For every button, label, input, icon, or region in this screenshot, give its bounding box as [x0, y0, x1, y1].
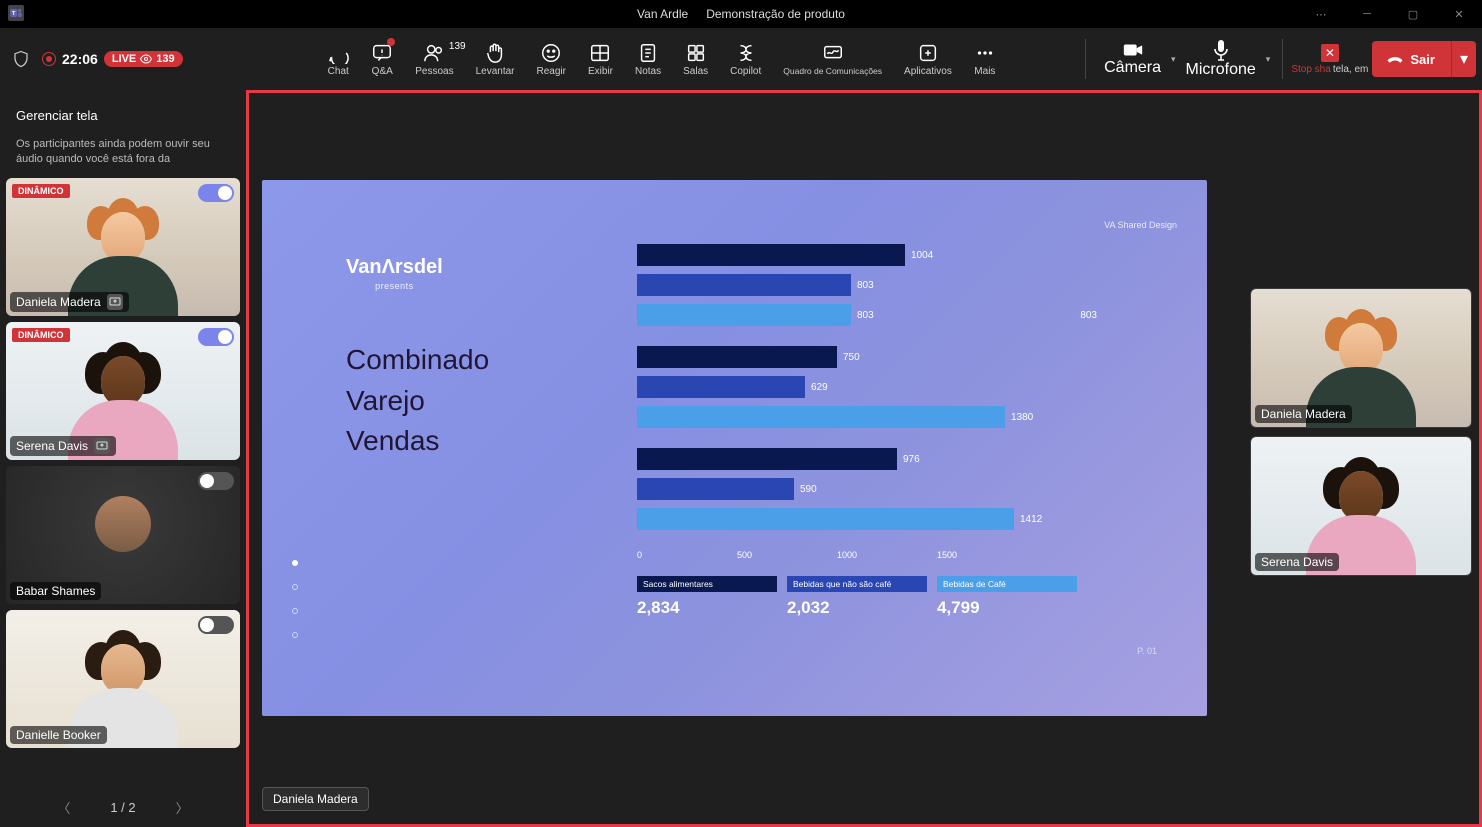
live-label: LIVE — [112, 53, 136, 65]
meeting-name: Demonstração de produto — [706, 7, 845, 21]
slide-page-number: P. 01 — [1137, 646, 1157, 656]
chat-icon — [327, 42, 349, 64]
org-name: Van Ardle — [637, 7, 688, 21]
pager-prev-icon[interactable]: 〈 — [47, 792, 80, 823]
spotlight-name: Daniela Madera — [1255, 405, 1352, 423]
shared-slide: VanΛrsdel presents Combinado Varejo Vend… — [262, 180, 1207, 716]
copilot-button[interactable]: Copilot — [722, 38, 769, 81]
grid-icon — [589, 42, 611, 64]
slide-nav-dots — [292, 560, 298, 638]
svg-text:T: T — [12, 11, 16, 17]
bar-chart: 1004803803803750629138097659014120500100… — [637, 244, 1097, 666]
stop-sharing-button[interactable]: ✕ Stop shatela, em — [1291, 44, 1368, 75]
hangup-icon — [1386, 52, 1404, 66]
meeting-stage: VanΛrsdel presents Combinado Varejo Vend… — [246, 90, 1482, 827]
react-button[interactable]: Reagir — [529, 38, 574, 81]
manage-screen-sidebar: Gerenciar tela Os participantes ainda po… — [0, 90, 246, 827]
slide-presents: presents — [346, 281, 443, 291]
live-indicator[interactable]: LIVE 139 — [104, 51, 183, 67]
whiteboard-button[interactable]: Quadro de Comunicações — [775, 38, 890, 80]
manage-screen-hint: Os participantes ainda podem ouvir seu á… — [6, 137, 240, 178]
window-titlebar: T Van Ardle Demonstração de produto ⋯ ─ … — [0, 0, 1482, 28]
copilot-icon — [735, 42, 757, 64]
participant-name: Daniela Madera — [16, 295, 101, 309]
participant-toggle[interactable] — [198, 616, 234, 634]
people-icon — [423, 42, 445, 64]
notes-icon — [637, 42, 659, 64]
spotlight-tile-daniela[interactable]: Daniela Madera — [1250, 288, 1472, 428]
participant-toggle[interactable] — [198, 472, 234, 490]
people-button[interactable]: 139 Pessoas — [407, 38, 461, 81]
slide-title-3: Vendas — [346, 421, 489, 462]
more-icon — [974, 42, 996, 64]
participant-tile-danielle[interactable]: Danielle Booker — [6, 610, 240, 748]
camera-icon — [1122, 41, 1144, 59]
more-button[interactable]: Mais — [966, 38, 1004, 81]
pager-next-icon[interactable]: 〉 — [166, 792, 199, 823]
view-button[interactable]: Exibir — [580, 38, 621, 81]
meeting-toolbar: 22:06 LIVE 139 Chat Q&A 139 Pessoas — [0, 28, 1482, 90]
participant-toggle[interactable] — [198, 328, 234, 346]
recording-icon — [42, 52, 56, 66]
mic-chevron-icon[interactable]: ▾ — [1262, 54, 1275, 65]
presenter-name-label: Daniela Madera — [262, 787, 369, 811]
slide-watermark: VA Shared Design — [1104, 220, 1177, 230]
emoji-icon — [540, 42, 562, 64]
camera-button[interactable]: Câmera — [1098, 37, 1167, 81]
spotlight-tile-serena[interactable]: Serena Davis — [1250, 436, 1472, 576]
leave-chevron-icon[interactable]: ▾ — [1451, 41, 1476, 77]
apps-icon — [917, 42, 939, 64]
leave-button[interactable]: Sair ▾ — [1372, 41, 1476, 77]
chat-button[interactable]: Chat — [319, 38, 357, 81]
whiteboard-icon — [822, 42, 844, 64]
share-screen-icon — [107, 294, 123, 310]
notification-dot-icon — [387, 38, 395, 46]
apps-button[interactable]: Aplicativos — [896, 38, 960, 81]
spotlight-name: Serena Davis — [1255, 553, 1339, 571]
dynamic-badge: DINÂMICO — [12, 184, 70, 198]
window-minimize-icon[interactable]: ─ — [1344, 0, 1390, 28]
dynamic-badge: DINÂMICO — [12, 328, 70, 342]
window-more-icon[interactable]: ⋯ — [1298, 0, 1344, 28]
participant-tile-daniela[interactable]: DINÂMICO Daniela Madera — [6, 178, 240, 316]
participant-tile-serena[interactable]: DINÂMICO Serena Davis — [6, 322, 240, 460]
people-count-badge: 139 — [449, 41, 466, 52]
rooms-button[interactable]: Salas — [675, 38, 716, 81]
live-viewer-count: 139 — [156, 53, 174, 65]
mic-icon — [1212, 39, 1230, 61]
slide-logo: VanΛrsdel — [346, 256, 443, 279]
qa-button[interactable]: Q&A — [363, 38, 401, 81]
participant-name: Serena Davis — [16, 439, 88, 453]
participant-pager: 〈 1 / 2 〉 — [6, 787, 240, 827]
participant-name: Danielle Booker — [16, 728, 101, 742]
pager-label: 1 / 2 — [110, 800, 135, 815]
window-close-icon[interactable]: ✕ — [1436, 0, 1482, 28]
eye-icon — [140, 54, 152, 64]
teams-app-icon: T — [8, 5, 24, 21]
camera-chevron-icon[interactable]: ▾ — [1167, 54, 1180, 65]
rooms-icon — [685, 42, 707, 64]
manage-screen-title: Gerenciar tela — [6, 100, 240, 137]
share-screen-icon — [94, 438, 110, 454]
raise-hand-button[interactable]: Levantar — [468, 38, 523, 81]
hand-icon — [484, 42, 506, 64]
participant-name: Babar Shames — [16, 584, 95, 598]
window-maximize-icon[interactable]: ▢ — [1390, 0, 1436, 28]
participant-tile-babar[interactable]: Babar Shames — [6, 466, 240, 604]
participant-toggle[interactable] — [198, 184, 234, 202]
notes-button[interactable]: Notas — [627, 38, 669, 81]
stop-share-icon: ✕ — [1321, 44, 1339, 62]
slide-title-2: Varejo — [346, 381, 489, 422]
mic-button[interactable]: Microfone — [1180, 35, 1262, 83]
slide-title-1: Combinado — [346, 340, 489, 381]
avatar — [95, 496, 151, 552]
meeting-timer: 22:06 — [62, 51, 98, 67]
shield-icon[interactable] — [6, 50, 36, 68]
